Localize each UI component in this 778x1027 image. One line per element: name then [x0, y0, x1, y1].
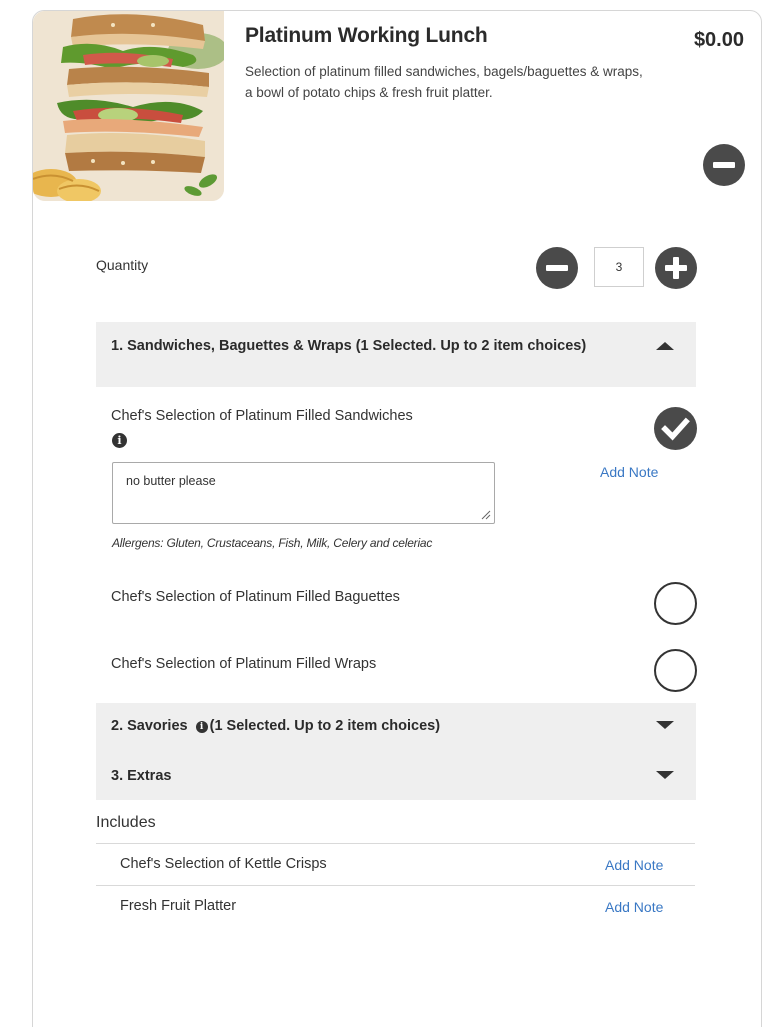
- minus-icon: [546, 265, 568, 271]
- section-header-sandwiches[interactable]: 1. Sandwiches, Baguettes & Wraps (1 Sele…: [96, 322, 696, 387]
- resize-handle-icon[interactable]: [479, 508, 491, 520]
- section-title: 2. Savories: [111, 718, 188, 734]
- option-radio-wraps[interactable]: [654, 649, 697, 692]
- product-description: Selection of platinum filled sandwiches,…: [245, 64, 643, 100]
- minus-icon: [713, 162, 735, 168]
- includes-title: Includes: [96, 814, 156, 831]
- product-title: Platinum Working Lunch: [245, 24, 488, 47]
- increase-quantity-button[interactable]: [655, 247, 697, 289]
- info-icon[interactable]: i: [112, 433, 127, 448]
- note-text: no butter please: [126, 474, 216, 488]
- add-note-link[interactable]: Add Note: [600, 464, 658, 480]
- collapse-caret-icon: [656, 342, 674, 350]
- include-item-label: Chef's Selection of Kettle Crisps: [120, 856, 327, 872]
- quantity-label: Quantity: [96, 257, 149, 273]
- list-item: Fresh Fruit Platter Add Note: [96, 885, 695, 927]
- quantity-input[interactable]: [594, 247, 644, 287]
- add-note-link[interactable]: Add Note: [605, 857, 663, 873]
- plus-icon: [673, 257, 679, 279]
- option-label-sandwiches: Chef's Selection of Platinum Filled Sand…: [111, 408, 413, 424]
- expand-caret-icon[interactable]: [656, 721, 674, 729]
- option-radio-baguettes[interactable]: [654, 582, 697, 625]
- include-item-label: Fresh Fruit Platter: [120, 898, 237, 914]
- checkmark-icon: [661, 417, 690, 441]
- remove-item-button[interactable]: [703, 144, 745, 186]
- product-price: $0.00: [693, 29, 744, 51]
- section-title: 1. Sandwiches, Baguettes & Wraps (1 Sele…: [111, 338, 587, 354]
- option-label-wraps: Chef's Selection of Platinum Filled Wrap…: [111, 656, 377, 672]
- section-header-extras[interactable]: 3. Extras: [111, 768, 171, 785]
- add-note-link[interactable]: Add Note: [605, 899, 663, 915]
- section-subtitle: (1 Selected. Up to 2 item choices): [209, 718, 441, 734]
- expand-caret-icon[interactable]: [656, 771, 674, 779]
- section-header-savories[interactable]: 2. Savories i (1 Selected. Up to 2 item c…: [111, 718, 440, 735]
- collapsed-sections: 2. Savories i (1 Selected. Up to 2 item c…: [96, 703, 696, 800]
- decrease-quantity-button[interactable]: [536, 247, 578, 289]
- option-label-baguettes: Chef's Selection of Platinum Filled Bagu…: [111, 589, 400, 605]
- option-note-field[interactable]: no butter please: [112, 462, 495, 524]
- list-item: Chef's Selection of Kettle Crisps Add No…: [96, 843, 695, 885]
- option-selected-checkbox[interactable]: [654, 407, 697, 450]
- allergens-text: Allergens: Gluten, Crustaceans, Fish, Mi…: [112, 536, 433, 550]
- info-icon[interactable]: i: [195, 721, 208, 733]
- product-image: [33, 11, 224, 201]
